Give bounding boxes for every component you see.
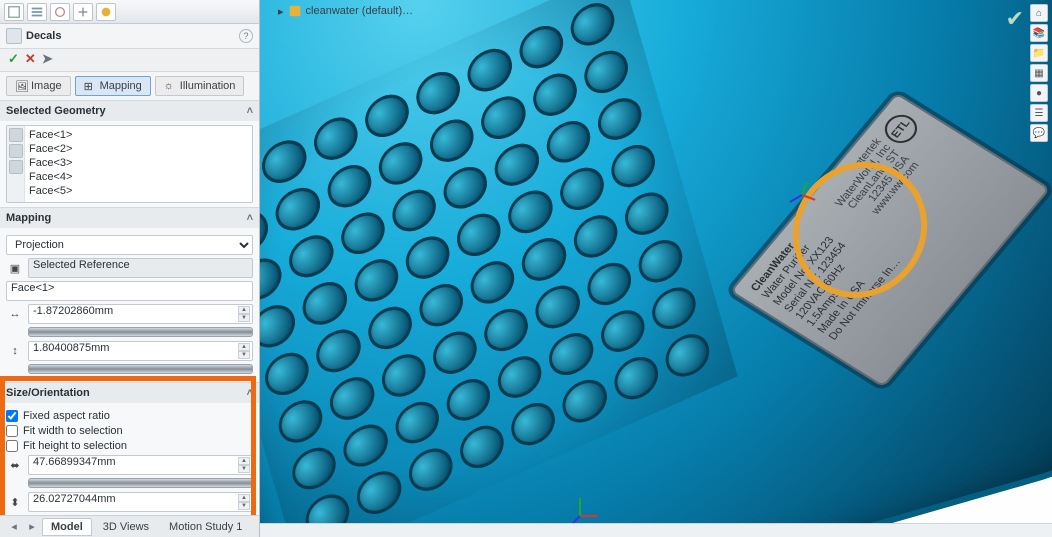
panel-scroll-body: Selected Geometry˄ Face<1> Face<2> Face<…: [0, 101, 259, 515]
selected-geometry-list[interactable]: Face<1> Face<2> Face<3> Face<4> Face<5>: [6, 125, 253, 203]
spinner[interactable]: ▲▼: [238, 457, 250, 473]
spinner[interactable]: ▲▼: [238, 343, 250, 359]
list-item[interactable]: Face<1>: [29, 128, 248, 142]
spinner[interactable]: ▲▼: [238, 306, 250, 322]
section-head-size[interactable]: Size/Orientation˄: [0, 383, 259, 403]
offset-v-icon: ↕: [6, 342, 24, 360]
tab-mapping[interactable]: ⊞Mapping: [75, 76, 151, 96]
section-head-mapping[interactable]: Mapping˄: [0, 208, 259, 228]
display-manager-tab[interactable]: [96, 3, 116, 21]
offset-vertical-input[interactable]: 1.80400875mm ▲▼: [28, 341, 253, 361]
width-input[interactable]: 47.66899347mm ▲▼: [28, 455, 253, 475]
tab-image-label: Image: [31, 80, 62, 92]
offset-horizontal-input[interactable]: -1.87202860mm ▲▼: [28, 304, 253, 324]
tab-mapping-label: Mapping: [100, 80, 142, 92]
viewport-bottom-scrollbar[interactable]: [260, 523, 1052, 537]
taskpane-custom-props-icon[interactable]: ☰: [1030, 104, 1048, 122]
taskpane-design-library-icon[interactable]: 📚: [1030, 24, 1048, 42]
tab-model[interactable]: Model: [42, 518, 92, 536]
fixed-aspect-checkbox[interactable]: [6, 410, 18, 422]
ok-button[interactable]: ✓: [8, 51, 19, 67]
offset-v-slider[interactable]: [28, 364, 253, 374]
fit-width-checkbox[interactable]: [6, 425, 18, 437]
tab-illumination-label: Illumination: [180, 80, 236, 92]
confirm-corner-icon[interactable]: ✔: [1006, 6, 1024, 32]
model-scene: ETL Intertek WaterWorld, Inc CleanLand, …: [260, 0, 1052, 537]
tab-motionstudy[interactable]: Motion Study 1: [160, 518, 251, 536]
pushpin-button[interactable]: ➤: [42, 51, 53, 67]
tabs-prev-button[interactable]: ◂: [6, 520, 22, 533]
selected-reference-value[interactable]: Face<1>: [6, 281, 253, 301]
section-size-orientation: Size/Orientation˄ Fixed aspect ratio Fit…: [0, 383, 259, 515]
width-icon: ⬌: [6, 456, 24, 474]
document-tabs: ◂ ▸ Model 3D Views Motion Study 1: [0, 515, 259, 537]
selected-reference-label: Selected Reference: [28, 258, 253, 278]
manager-tab-strip: [0, 0, 259, 24]
tab-illumination[interactable]: ☼Illumination: [155, 76, 245, 96]
part-icon: [288, 4, 302, 18]
taskpane-file-explorer-icon[interactable]: 📁: [1030, 44, 1048, 62]
tabs-next-button[interactable]: ▸: [24, 520, 40, 533]
fit-height-checkbox[interactable]: [6, 440, 18, 452]
list-item[interactable]: Face<5>: [29, 184, 248, 198]
taskpane-forum-icon[interactable]: 💬: [1030, 124, 1048, 142]
panel-header: Decals ?: [0, 24, 259, 49]
fixed-aspect-label: Fixed aspect ratio: [23, 410, 110, 422]
panel-title: Decals: [26, 30, 61, 42]
offset-h-slider[interactable]: [28, 327, 253, 337]
list-item[interactable]: Face<2>: [29, 142, 248, 156]
mapping-type-select[interactable]: Projection: [6, 235, 253, 255]
task-pane-tabs: ⌂ 📚 📁 ▦ ● ☰ 💬: [1030, 4, 1048, 142]
list-icon-column: [7, 126, 25, 202]
section-mapping: Mapping˄ Projection ▣ Selected Reference: [0, 208, 259, 383]
dimxpert-manager-tab[interactable]: [73, 3, 93, 21]
breadcrumb[interactable]: ▸ cleanwater (default)…: [278, 4, 413, 18]
cancel-button[interactable]: ✕: [25, 51, 36, 67]
configuration-manager-tab[interactable]: [50, 3, 70, 21]
section-head-selected-geometry[interactable]: Selected Geometry˄: [0, 101, 259, 121]
breadcrumb-text: cleanwater (default)…: [306, 5, 414, 17]
decals-icon: [6, 28, 22, 44]
taskpane-appearances-icon[interactable]: ●: [1030, 84, 1048, 102]
list-item[interactable]: Face<3>: [29, 156, 248, 170]
decal-origin-triad[interactable]: [788, 180, 816, 208]
section-selected-geometry: Selected Geometry˄ Face<1> Face<2> Face<…: [0, 101, 259, 208]
list-item[interactable]: Face<4>: [29, 170, 248, 184]
confirm-row: ✓ ✕ ➤: [0, 49, 259, 72]
property-manager-panel: Decals ? ✓ ✕ ➤ 🖼Image ⊞Mapping ☼Illumina…: [0, 0, 260, 537]
spinner[interactable]: ▲▼: [238, 494, 250, 510]
tab-image[interactable]: 🖼Image: [6, 76, 71, 96]
graphics-viewport[interactable]: 🔍 ▣ ↺ ◩ ◈ ▦ 👁 🎨 ⬚ ▸ cleanwater (default)…: [260, 0, 1052, 537]
reference-icon: ▣: [6, 259, 24, 277]
breadcrumb-chevron-icon: ▸: [278, 5, 284, 18]
width-slider[interactable]: [28, 478, 253, 488]
property-manager-tab[interactable]: [27, 3, 47, 21]
help-icon[interactable]: ?: [239, 29, 253, 43]
fit-height-label: Fit height to selection: [23, 440, 127, 452]
height-input[interactable]: 26.02727044mm ▲▼: [28, 492, 253, 512]
taskpane-view-palette-icon[interactable]: ▦: [1030, 64, 1048, 82]
feature-manager-tab[interactable]: [4, 3, 24, 21]
height-icon: ⬍: [6, 493, 24, 511]
fit-width-label: Fit width to selection: [23, 425, 123, 437]
tab-3dviews[interactable]: 3D Views: [94, 518, 158, 536]
decal-subtabs: 🖼Image ⊞Mapping ☼Illumination: [0, 72, 259, 101]
offset-h-icon: ↔: [6, 305, 24, 323]
taskpane-resources-icon[interactable]: ⌂: [1030, 4, 1048, 22]
